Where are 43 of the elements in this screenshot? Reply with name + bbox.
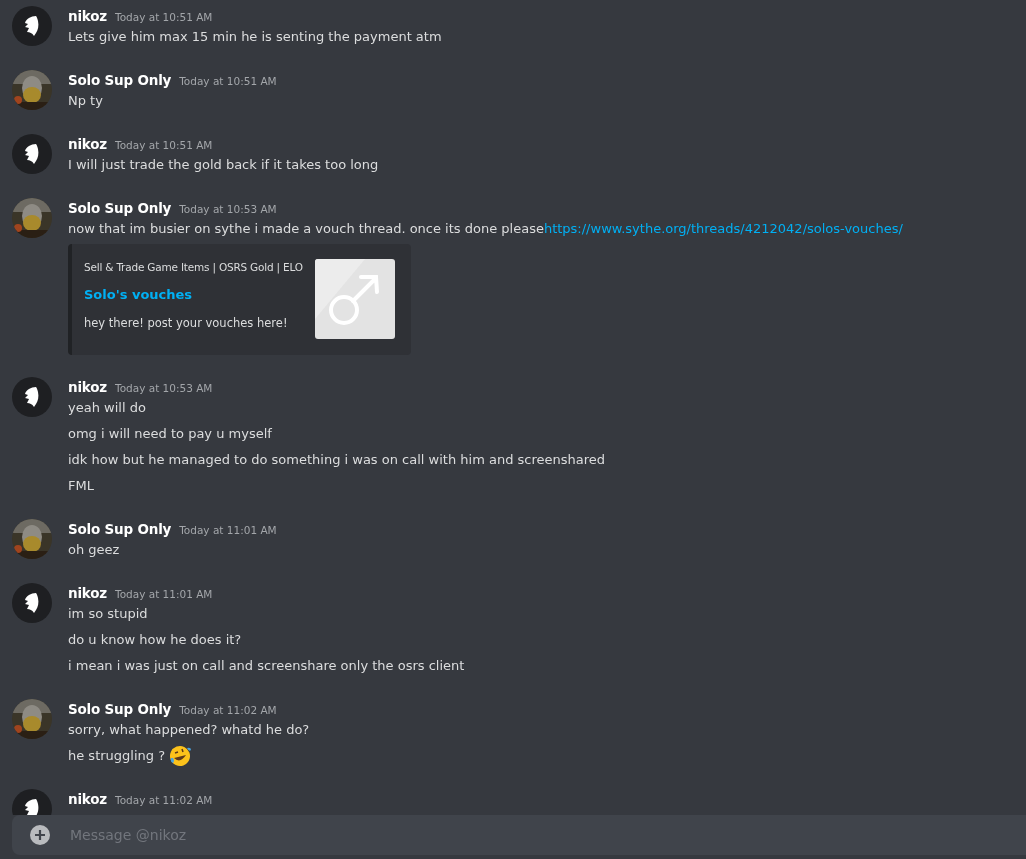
author-name[interactable]: Solo Sup Only xyxy=(68,70,172,90)
timestamp: Today at 10:51 AM xyxy=(115,10,213,25)
author-name[interactable]: Solo Sup Only xyxy=(68,198,172,218)
helmet-avatar[interactable] xyxy=(12,134,52,174)
author-name[interactable]: Solo Sup Only xyxy=(68,519,172,539)
author-name[interactable]: nikoz xyxy=(68,377,107,397)
timestamp: Today at 10:53 AM xyxy=(115,381,213,396)
timestamp: Today at 11:01 AM xyxy=(115,587,213,602)
helmet-avatar[interactable] xyxy=(12,6,52,46)
timestamp: Today at 11:02 AM xyxy=(115,793,213,808)
message-link[interactable]: https://www.sythe.org/threads/4212042/solos-vouches/ xyxy=(543,218,903,240)
message-text: Np ty xyxy=(68,92,103,110)
timestamp: Today at 10:53 AM xyxy=(179,202,277,217)
timestamp: Today at 10:51 AM xyxy=(179,74,277,89)
helmet-avatar[interactable] xyxy=(12,583,52,623)
message-text: he struggling ? xyxy=(68,747,166,765)
author-name[interactable]: nikoz xyxy=(68,789,107,809)
message-text: yeah will do xyxy=(68,399,146,417)
helmet-avatar[interactable] xyxy=(12,789,52,815)
message-text: do u know how he does it? xyxy=(68,631,242,649)
message-text: im so stupid xyxy=(68,605,148,623)
message-text: FML xyxy=(68,477,94,495)
embed-provider: Sell & Trade Game Items | OSRS Gold | ELO xyxy=(84,260,303,275)
author-name[interactable]: nikoz xyxy=(68,134,107,154)
message-text: oh geez xyxy=(68,541,120,559)
author-name[interactable]: nikoz xyxy=(68,583,107,603)
male-symbol-thumbnail[interactable] xyxy=(315,259,395,339)
message-text: now that im busier on sythe i made a vouch thread. once its done please xyxy=(68,220,544,238)
embed-description: hey there! post your vouches here! xyxy=(84,315,289,332)
author-name[interactable]: Solo Sup Only xyxy=(68,699,172,719)
timestamp: Today at 10:51 AM xyxy=(115,138,213,153)
message-text: I will just trade the gold back if it takes too long xyxy=(68,156,379,174)
message-text: Lets give him max 15 min he is senting the payment atm xyxy=(68,28,442,46)
helmet-avatar[interactable] xyxy=(12,377,52,417)
message-text: i mean i was just on call and screenshare only the osrs client xyxy=(68,657,465,675)
message-text: idk how but he managed to do something i was on call with him and screenshared xyxy=(68,451,606,469)
timestamp: Today at 11:01 AM xyxy=(179,523,277,538)
add-icon[interactable] xyxy=(30,825,50,845)
embed-title[interactable]: Solo's vouches xyxy=(84,285,303,305)
message-text: omg i will need to pay u myself xyxy=(68,425,272,443)
author-name[interactable]: nikoz xyxy=(68,6,107,26)
timestamp: Today at 11:02 AM xyxy=(179,703,277,718)
message-text: sorry, what happened? whatd he do? xyxy=(68,721,310,739)
